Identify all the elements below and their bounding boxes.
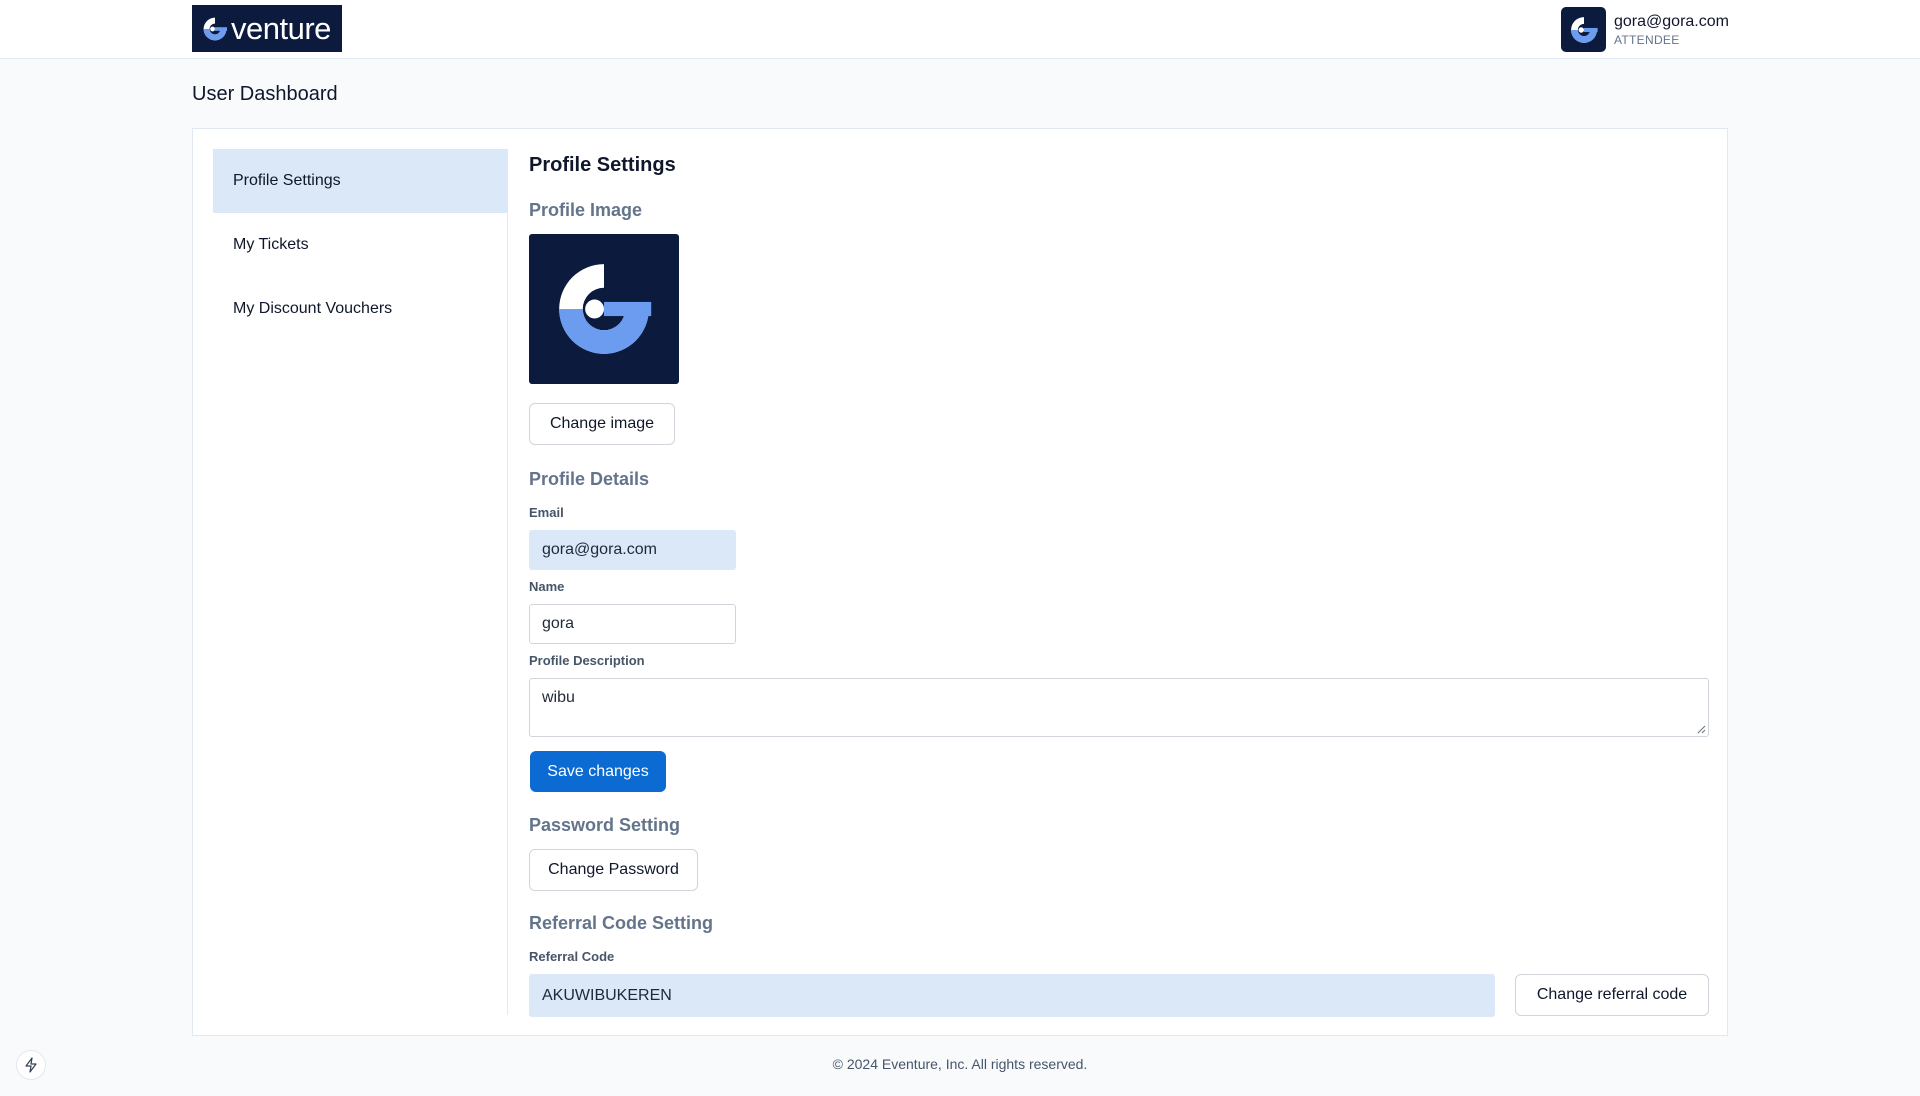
user-meta: gora@gora.com ATTENDEE bbox=[1614, 12, 1729, 48]
change-referral-code-button[interactable]: Change referral code bbox=[1515, 974, 1709, 1016]
name-label: Name bbox=[529, 579, 565, 594]
profile-image-heading: Profile Image bbox=[529, 200, 643, 220]
page-title: User Dashboard bbox=[192, 83, 338, 105]
dashboard-card: Profile Settings My Tickets My Discount … bbox=[192, 128, 1728, 1036]
sidebar: Profile Settings My Tickets My Discount … bbox=[213, 149, 508, 1015]
eventure-logo-icon bbox=[203, 17, 227, 40]
referral-code-heading: Referral Code Setting bbox=[529, 913, 714, 933]
profile-image bbox=[529, 234, 679, 384]
email-label: Email bbox=[529, 505, 564, 520]
name-field[interactable]: gora bbox=[529, 604, 736, 644]
avatar bbox=[1561, 7, 1606, 52]
brand-text: venture bbox=[231, 11, 331, 46]
password-setting-heading: Password Setting bbox=[529, 815, 681, 835]
quick-action-button[interactable] bbox=[16, 1050, 46, 1080]
referral-code-field[interactable]: AKUWIBUKEREN bbox=[529, 974, 1495, 1017]
change-password-button[interactable]: Change Password bbox=[529, 849, 698, 891]
brand-logo[interactable]: venture bbox=[192, 5, 342, 52]
eventure-logo-icon bbox=[1570, 16, 1598, 43]
top-navbar: venture gora@gora.com ATTENDEE bbox=[0, 0, 1920, 59]
section-heading: Profile Settings bbox=[529, 154, 676, 176]
user-menu[interactable]: gora@gora.com ATTENDEE bbox=[1561, 7, 1729, 52]
sidebar-item-label: Profile Settings bbox=[233, 172, 341, 189]
sidebar-item-my-discount-vouchers[interactable]: My Discount Vouchers bbox=[213, 277, 507, 341]
user-role: ATTENDEE bbox=[1614, 32, 1680, 47]
sidebar-item-label: My Discount Vouchers bbox=[233, 300, 393, 317]
eventure-logo-icon bbox=[559, 264, 652, 354]
profile-description-value: wibu bbox=[542, 689, 575, 706]
sidebar-item-my-tickets[interactable]: My Tickets bbox=[213, 213, 507, 277]
resize-grip-icon[interactable] bbox=[1697, 725, 1706, 734]
referral-code-label: Referral Code bbox=[529, 949, 615, 964]
profile-description-field[interactable]: wibu bbox=[529, 678, 1709, 737]
email-field[interactable]: gora@gora.com bbox=[529, 530, 736, 570]
profile-details-heading: Profile Details bbox=[529, 469, 650, 489]
user-email: gora@gora.com bbox=[1614, 12, 1729, 30]
footer-copyright: © 2024 Eventure, Inc. All rights reserve… bbox=[832, 1056, 1088, 1072]
sidebar-item-label: My Tickets bbox=[233, 236, 309, 253]
profile-description-label: Profile Description bbox=[529, 653, 645, 668]
bolt-icon bbox=[25, 1057, 37, 1073]
sidebar-item-profile-settings[interactable]: Profile Settings bbox=[213, 149, 507, 213]
save-changes-button[interactable]: Save changes bbox=[530, 751, 666, 792]
change-image-button[interactable]: Change image bbox=[529, 403, 675, 445]
